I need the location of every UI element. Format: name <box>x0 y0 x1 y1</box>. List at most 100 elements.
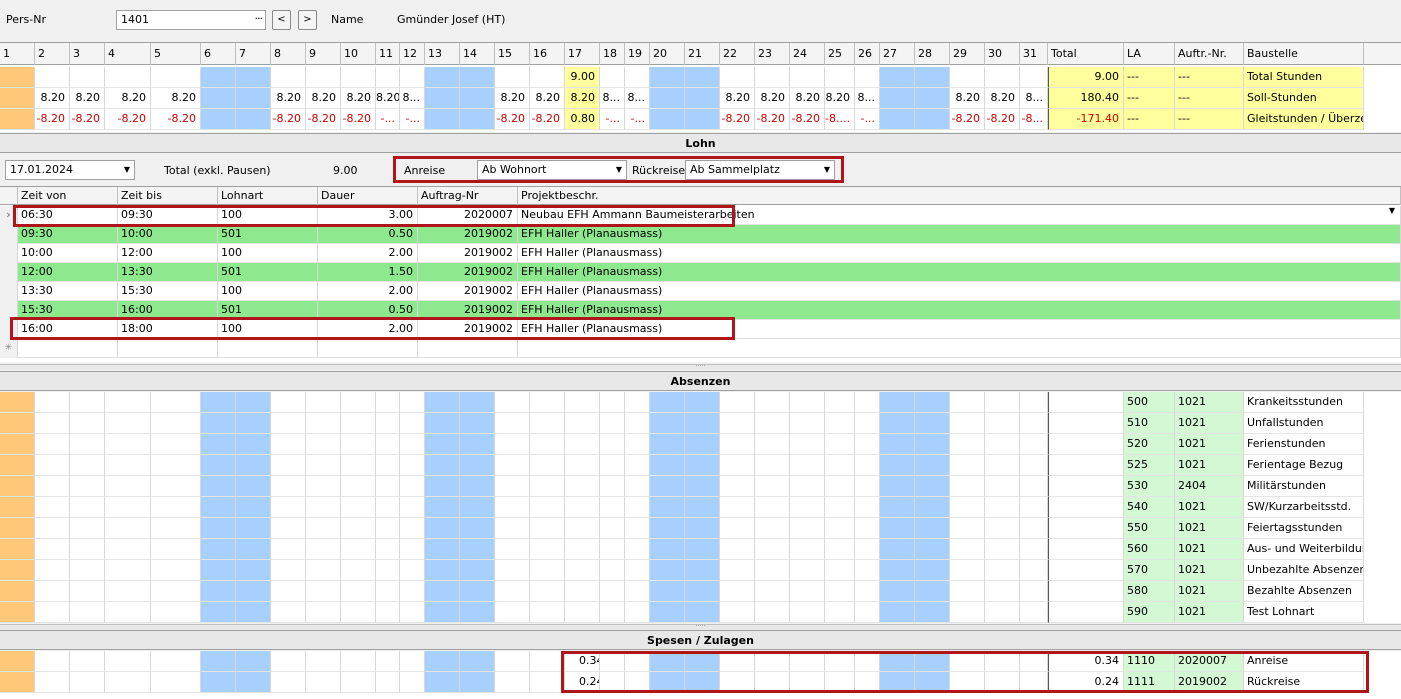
day-cell[interactable] <box>105 560 151 581</box>
day-cell[interactable] <box>70 518 105 539</box>
day-cell[interactable] <box>306 539 341 560</box>
day-cell[interactable] <box>650 67 685 88</box>
day-cell[interactable] <box>685 88 720 109</box>
day-cell[interactable] <box>880 413 915 434</box>
lohn-cell-von[interactable]: 09:30 <box>18 225 118 244</box>
day-cell[interactable] <box>650 392 685 413</box>
day-cell[interactable] <box>35 581 70 602</box>
day-cell[interactable] <box>915 88 950 109</box>
day-cell[interactable]: -... <box>400 109 425 130</box>
day-cell[interactable] <box>201 539 236 560</box>
day-cell[interactable] <box>985 539 1020 560</box>
day-header[interactable]: 11 <box>376 43 400 65</box>
day-cell[interactable] <box>685 602 720 623</box>
day-cell[interactable] <box>151 651 201 672</box>
day-cell[interactable] <box>495 413 530 434</box>
lohn-cell-dauer[interactable]: 1.50 <box>318 263 418 282</box>
day-cell[interactable] <box>855 476 880 497</box>
splitter-handle[interactable]: ····· <box>0 364 1401 370</box>
day-cell[interactable] <box>985 392 1020 413</box>
day-cell[interactable] <box>271 672 306 693</box>
day-cell[interactable] <box>915 67 950 88</box>
day-cell[interactable] <box>685 67 720 88</box>
day-cell[interactable] <box>950 476 985 497</box>
day-cell[interactable] <box>565 581 600 602</box>
day-cell[interactable] <box>236 434 271 455</box>
day-cell[interactable] <box>425 392 460 413</box>
day-cell[interactable]: -8.20 <box>151 109 201 130</box>
day-cell[interactable] <box>201 88 236 109</box>
empty-cell[interactable] <box>18 339 118 358</box>
day-cell[interactable] <box>35 560 70 581</box>
day-cell[interactable] <box>915 497 950 518</box>
lohn-row[interactable]: 13:30 15:30 100 2.00 2019002 EFH Haller (Plan… <box>0 282 1401 301</box>
day-cell[interactable] <box>271 651 306 672</box>
day-cell[interactable] <box>685 476 720 497</box>
day-cell[interactable] <box>70 67 105 88</box>
day-cell[interactable] <box>530 392 565 413</box>
day-cell[interactable] <box>600 497 625 518</box>
day-cell[interactable] <box>376 497 400 518</box>
day-cell[interactable] <box>425 455 460 476</box>
day-cell[interactable] <box>1020 518 1048 539</box>
day-cell[interactable] <box>565 539 600 560</box>
day-cell[interactable] <box>825 67 855 88</box>
day-cell[interactable] <box>400 434 425 455</box>
lohn-cell-bis[interactable]: 10:00 <box>118 225 218 244</box>
day-cell[interactable] <box>985 476 1020 497</box>
day-cell[interactable] <box>201 392 236 413</box>
day-cell[interactable] <box>460 672 495 693</box>
day-cell[interactable] <box>35 392 70 413</box>
day-cell[interactable] <box>201 497 236 518</box>
day-cell[interactable] <box>755 518 790 539</box>
day-cell[interactable] <box>35 672 70 693</box>
day-cell[interactable] <box>915 413 950 434</box>
day-cell[interactable] <box>855 602 880 623</box>
day-cell[interactable] <box>600 67 625 88</box>
day-cell[interactable] <box>600 539 625 560</box>
day-cell[interactable] <box>650 88 685 109</box>
day-cell[interactable] <box>1020 413 1048 434</box>
day-cell[interactable]: 8.20 <box>151 88 201 109</box>
lohn-row[interactable]: 09:30 10:00 501 0.50 2019002 EFH Haller (Plan… <box>0 225 1401 244</box>
day-cell[interactable] <box>950 413 985 434</box>
day-cell[interactable] <box>236 455 271 476</box>
day-cell[interactable] <box>1020 455 1048 476</box>
day-cell[interactable] <box>950 455 985 476</box>
day-cell[interactable] <box>400 476 425 497</box>
day-cell[interactable] <box>880 476 915 497</box>
day-cell[interactable] <box>376 413 400 434</box>
day-cell[interactable] <box>790 539 825 560</box>
day-cell[interactable] <box>105 455 151 476</box>
day-cell[interactable] <box>0 476 35 497</box>
day-cell[interactable] <box>915 539 950 560</box>
day-cell[interactable] <box>201 581 236 602</box>
day-cell[interactable] <box>70 497 105 518</box>
day-cell[interactable] <box>105 602 151 623</box>
day-cell[interactable] <box>565 602 600 623</box>
lohn-cell-dauer[interactable]: 0.50 <box>318 225 418 244</box>
day-cell[interactable] <box>495 560 530 581</box>
day-cell[interactable] <box>376 392 400 413</box>
day-cell[interactable] <box>105 67 151 88</box>
day-cell[interactable] <box>105 413 151 434</box>
day-cell[interactable] <box>495 602 530 623</box>
day-cell[interactable] <box>625 392 650 413</box>
day-header[interactable]: 21 <box>685 43 720 65</box>
day-cell[interactable] <box>530 434 565 455</box>
day-cell[interactable] <box>460 67 495 88</box>
day-cell[interactable] <box>625 581 650 602</box>
next-person-button[interactable]: > <box>298 10 317 30</box>
day-cell[interactable] <box>271 392 306 413</box>
day-cell[interactable] <box>915 434 950 455</box>
day-cell[interactable] <box>985 67 1020 88</box>
day-cell[interactable] <box>565 392 600 413</box>
day-cell[interactable] <box>790 581 825 602</box>
lohn-cell-lohnart[interactable]: 100 <box>218 244 318 263</box>
day-cell[interactable] <box>70 455 105 476</box>
day-cell[interactable] <box>650 497 685 518</box>
day-cell[interactable] <box>0 497 35 518</box>
day-cell[interactable] <box>625 539 650 560</box>
day-cell[interactable] <box>825 413 855 434</box>
day-cell[interactable] <box>400 539 425 560</box>
